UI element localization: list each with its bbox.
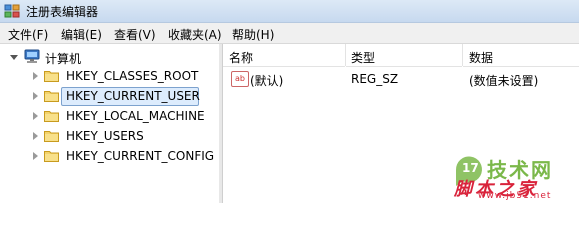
value-name: (默认) xyxy=(250,74,284,88)
title-bar: 注册表编辑器 xyxy=(0,0,579,23)
expand-icon[interactable] xyxy=(33,92,38,100)
menu-view[interactable]: 查看(V) xyxy=(114,26,156,43)
tree-node-computer[interactable]: 计算机 xyxy=(0,48,219,67)
expand-icon[interactable] xyxy=(33,72,38,80)
computer-icon xyxy=(24,49,40,64)
tree-node-label: HKEY_CLASSES_ROOT xyxy=(66,69,199,83)
watermark-logo: 17 xyxy=(462,161,479,175)
registry-editor-icon xyxy=(4,3,20,19)
tree-node-label: HKEY_USERS xyxy=(66,129,144,143)
key-tree: 计算机 HKEY_CLASSES_ROOT HKEY_CURRENT_USER … xyxy=(0,44,220,203)
tree-node-hkey-current-config[interactable]: HKEY_CURRENT_CONFIG xyxy=(0,147,219,166)
folder-icon xyxy=(44,89,59,102)
menu-file[interactable]: 文件(F) xyxy=(8,26,48,43)
expand-icon[interactable] xyxy=(33,112,38,120)
column-header-label: 类型 xyxy=(351,51,376,65)
menu-bar: 文件(F) 编辑(E) 查看(V) 收藏夹(A) 帮助(H) xyxy=(0,23,579,44)
column-header-data[interactable]: 数据 xyxy=(463,44,579,67)
menu-favorites[interactable]: 收藏夹(A) xyxy=(168,26,222,43)
window-title: 注册表编辑器 xyxy=(26,5,99,19)
menu-help[interactable]: 帮助(H) xyxy=(232,26,274,43)
tree-node-label: 计算机 xyxy=(45,52,82,66)
collapse-icon[interactable] xyxy=(10,55,18,60)
menu-edit[interactable]: 编辑(E) xyxy=(61,26,102,43)
tree-node-label: HKEY_CURRENT_USER xyxy=(66,89,200,103)
folder-icon xyxy=(44,149,59,162)
column-header-label: 名称 xyxy=(229,51,254,65)
tree-node-hkey-current-user[interactable]: HKEY_CURRENT_USER xyxy=(0,87,219,106)
column-header-type[interactable]: 类型 xyxy=(346,44,462,67)
column-header-name[interactable]: 名称 xyxy=(223,44,345,67)
column-header-label: 数据 xyxy=(469,51,494,65)
folder-icon xyxy=(44,109,59,122)
tree-node-hkey-users[interactable]: HKEY_USERS xyxy=(0,127,219,146)
tree-node-label: HKEY_CURRENT_CONFIG xyxy=(66,149,215,163)
watermark-url: www.jb51.net xyxy=(478,191,552,201)
value-type: REG_SZ xyxy=(351,72,399,86)
tree-node-hkey-local-machine[interactable]: HKEY_LOCAL_MACHINE xyxy=(0,107,219,126)
site-watermark: 17 技术网 脚本之家 www.jb51.net xyxy=(450,150,579,203)
value-data: (数值未设置) xyxy=(469,74,539,88)
expand-icon[interactable] xyxy=(33,132,38,140)
tree-node-hkey-classes-root[interactable]: HKEY_CLASSES_ROOT xyxy=(0,67,219,86)
folder-icon xyxy=(44,129,59,142)
expand-icon[interactable] xyxy=(33,152,38,160)
folder-icon xyxy=(44,69,59,82)
tree-node-label: HKEY_LOCAL_MACHINE xyxy=(66,109,205,123)
string-value-icon: ab xyxy=(231,71,249,87)
